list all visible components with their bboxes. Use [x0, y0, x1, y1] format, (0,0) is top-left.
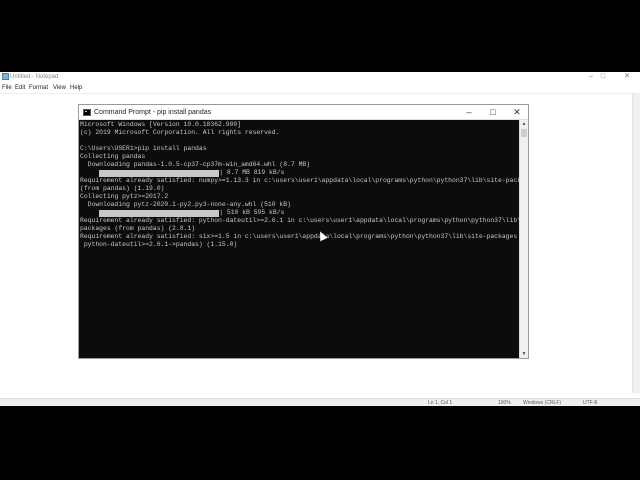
console-line: Downloading pytz-2020.1-py2.py3-none-any… — [80, 201, 291, 208]
scroll-down-icon[interactable]: ▼ — [520, 350, 528, 358]
cmd-maximize-button[interactable]: □ — [481, 105, 505, 120]
cmd-icon — [83, 109, 91, 116]
notepad-icon — [2, 73, 9, 80]
console-line: Downloading pandas-1.0.5-cp37-cp37m-win_… — [80, 161, 311, 168]
progress-bar — [99, 169, 220, 177]
cmd-minimize-button[interactable]: – — [457, 105, 481, 120]
menu-edit[interactable]: Edit — [15, 83, 25, 93]
cmd-console-output[interactable]: Microsoft Windows [Version 10.0.18362.90… — [79, 120, 519, 358]
menu-view[interactable]: View — [53, 83, 66, 93]
scroll-up-icon[interactable]: ▲ — [520, 120, 528, 128]
status-zoom: 100% — [498, 400, 511, 406]
notepad-close-button[interactable]: ✕ — [616, 72, 638, 82]
notepad-titlebar[interactable]: Untitled - Notepad – □ ✕ — [0, 72, 640, 82]
menu-file[interactable]: File — [2, 83, 12, 93]
console-line: packages (from pandas) (2.8.1) — [80, 225, 196, 232]
console-line: C:\Users\USER1>pip install pandas — [80, 145, 207, 152]
cmd-title: Command Prompt - pip install pandas — [94, 109, 212, 116]
cmd-close-button[interactable]: ✕ — [505, 105, 529, 120]
progress-indent — [80, 209, 99, 216]
download-progress-line: | 8.7 MB 819 kB/s — [80, 169, 519, 177]
notepad-title: Untitled - Notepad — [10, 74, 59, 80]
status-line-ending: Windows (CRLF) — [523, 400, 562, 406]
notepad-maximize-button[interactable]: □ — [592, 72, 614, 82]
menu-help[interactable]: Help — [70, 83, 82, 93]
progress-indent — [80, 169, 99, 176]
console-line: (c) 2019 Microsoft Corporation. All righ… — [80, 129, 280, 136]
notepad-menubar: File Edit Format View Help — [0, 83, 640, 93]
progress-bar — [99, 209, 220, 217]
console-line: Microsoft Windows [Version 10.0.18362.90… — [80, 121, 242, 128]
notepad-statusbar: Ln 1, Col 1 100% Windows (CRLF) UTF-8 — [0, 398, 640, 406]
status-encoding: UTF-8 — [583, 400, 598, 406]
cmd-vertical-scrollbar[interactable]: ▲ ▼ — [519, 120, 528, 358]
console-line: Requirement already satisfied: numpy>=1.… — [80, 177, 519, 184]
command-prompt-window: Command Prompt - pip install pandas – □ … — [78, 104, 529, 359]
progress-label: | 8.7 MB 819 kB/s — [219, 169, 285, 176]
menu-format[interactable]: Format — [29, 83, 48, 93]
progress-label: | 510 kB 595 kB/s — [219, 209, 285, 216]
console-line: Requirement already satisfied: python-da… — [80, 217, 519, 224]
cmd-titlebar[interactable]: Command Prompt - pip install pandas – □ … — [79, 105, 528, 120]
notepad-vertical-scrollbar[interactable] — [632, 93, 640, 393]
console-line: Collecting pytz>=2017.2 — [80, 193, 169, 200]
cmd-scroll-thumb[interactable] — [521, 129, 527, 137]
console-line: Requirement already satisfied: six>=1.5 … — [80, 233, 519, 240]
status-position: Ln 1, Col 1 — [428, 400, 453, 406]
console-line: Collecting pandas — [80, 153, 146, 160]
download-progress-line: | 510 kB 595 kB/s — [80, 209, 519, 217]
console-line: python-dateutil>=2.6.1->pandas) (1.15.0) — [80, 241, 238, 248]
console-line: (from pandas) (1.19.0) — [80, 185, 165, 192]
